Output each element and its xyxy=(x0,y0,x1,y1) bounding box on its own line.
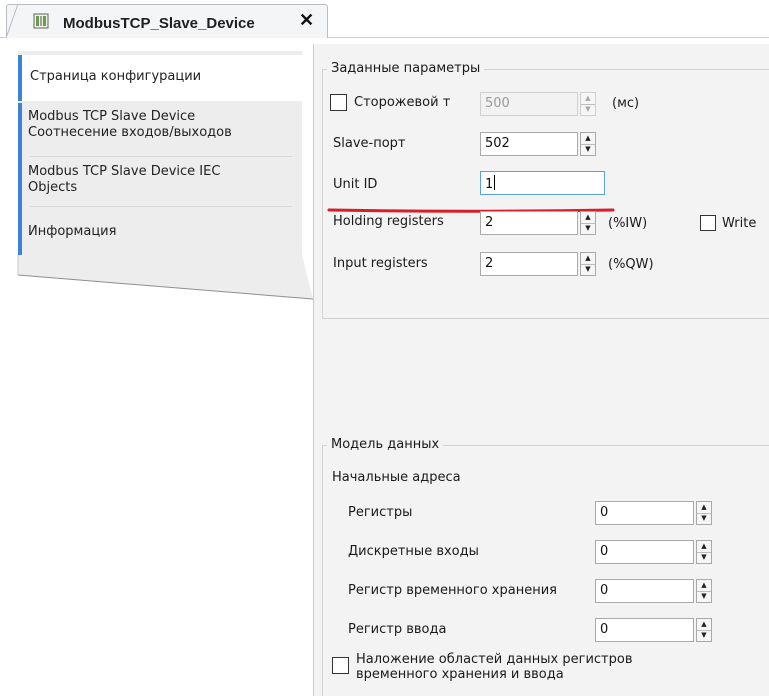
write-label: Write xyxy=(722,216,757,231)
text-caret xyxy=(494,175,496,190)
model-group-border-left xyxy=(322,445,323,696)
nav-item-label: Страница конфигурации xyxy=(30,69,202,84)
holding-registers-label: Holding registers xyxy=(333,214,444,229)
spin-up-icon[interactable]: ▲ xyxy=(581,212,595,224)
spin-up-icon[interactable]: ▲ xyxy=(697,580,711,592)
spin-down-icon[interactable]: ▼ xyxy=(581,145,595,156)
watchdog-unit: (мс) xyxy=(612,96,640,111)
nav-item-label-line2: Соотнесение входов/выходов xyxy=(28,125,232,140)
overlay-registers-checkbox[interactable] xyxy=(332,657,349,674)
nav-item-iec-objects[interactable]: Modbus TCP Slave Device IEC Objects xyxy=(18,164,302,204)
watchdog-spinner[interactable]: ▲ ▼ xyxy=(580,92,596,116)
watchdog-field[interactable]: 500 xyxy=(480,92,578,116)
input-register-spinner[interactable]: ▲ ▼ xyxy=(696,618,712,642)
holding-registers-spinner[interactable]: ▲ ▼ xyxy=(580,211,596,235)
holding-registers-field[interactable]: 2 xyxy=(480,211,578,235)
nav-item-label: Информация xyxy=(28,224,117,239)
spin-down-icon[interactable]: ▼ xyxy=(697,553,711,564)
nav-panel-slant xyxy=(0,255,314,305)
unit-id-field[interactable]: 1 xyxy=(480,171,605,195)
overlay-registers-label: Наложение областей данных регистров врем… xyxy=(356,652,633,682)
nav-item-configuration-page[interactable]: Страница конфигурации xyxy=(18,55,302,101)
spin-up-icon[interactable]: ▲ xyxy=(581,133,595,145)
spin-down-icon[interactable]: ▼ xyxy=(581,105,595,116)
tab-modbus-slave-device[interactable]: ModbusTCP_Slave_Device ✕ xyxy=(6,4,328,38)
unit-id-label: Unit ID xyxy=(333,177,378,192)
slave-port-spinner[interactable]: ▲ ▼ xyxy=(580,132,596,156)
nav-item-information[interactable]: Информация xyxy=(18,224,302,246)
spin-down-icon[interactable]: ▼ xyxy=(581,224,595,235)
spin-up-icon[interactable]: ▲ xyxy=(581,253,595,265)
discrete-inputs-spinner[interactable]: ▲ ▼ xyxy=(696,540,712,564)
spin-up-icon[interactable]: ▲ xyxy=(697,619,711,631)
registers-spinner[interactable]: ▲ ▼ xyxy=(696,501,712,525)
overlay-registers-label-line1: Наложение областей данных регистров xyxy=(356,652,633,667)
spin-up-icon[interactable]: ▲ xyxy=(697,502,711,514)
input-registers-unit: (%QW) xyxy=(608,257,654,272)
nav-item-label-line1: Modbus TCP Slave Device xyxy=(28,109,196,124)
tab-title: ModbusTCP_Slave_Device xyxy=(63,15,255,32)
start-addresses-label: Начальные адреса xyxy=(332,470,461,485)
spin-down-icon[interactable]: ▼ xyxy=(697,592,711,603)
spin-down-icon[interactable]: ▼ xyxy=(697,514,711,525)
holding-registers-unit: (%IW) xyxy=(608,216,648,231)
nav-item-label-line2: Objects xyxy=(28,180,78,195)
unit-id-value: 1 xyxy=(485,177,494,192)
input-registers-field[interactable]: 2 xyxy=(480,252,578,276)
registers-label: Регистры xyxy=(348,505,413,520)
watchdog-checkbox[interactable] xyxy=(330,94,347,111)
spin-up-icon[interactable]: ▲ xyxy=(581,93,595,105)
watchdog-label: Сторожевой т xyxy=(354,95,451,110)
slave-port-field[interactable]: 502 xyxy=(480,132,578,156)
holding-storage-register-field[interactable]: 0 xyxy=(595,579,694,603)
nav-divider xyxy=(30,206,292,207)
spin-down-icon[interactable]: ▼ xyxy=(581,265,595,276)
input-registers-label: Input registers xyxy=(333,256,428,271)
params-group-title: Заданные параметры xyxy=(327,61,485,76)
spin-up-icon[interactable]: ▲ xyxy=(697,541,711,553)
input-register-label: Регистр ввода xyxy=(348,622,447,637)
device-icon xyxy=(33,13,49,33)
registers-field[interactable]: 0 xyxy=(595,501,694,525)
discrete-inputs-label: Дискретные входы xyxy=(348,544,479,559)
nav-accent-bar xyxy=(18,103,22,255)
discrete-inputs-field[interactable]: 0 xyxy=(595,540,694,564)
params-group-border-left xyxy=(322,69,323,319)
panel-border xyxy=(313,44,314,696)
highlight-underline xyxy=(327,203,615,213)
model-group-title: Модель данных xyxy=(327,437,444,452)
spin-down-icon[interactable]: ▼ xyxy=(697,631,711,642)
holding-storage-register-spinner[interactable]: ▲ ▼ xyxy=(696,579,712,603)
input-registers-spinner[interactable]: ▲ ▼ xyxy=(580,252,596,276)
nav-item-label-line1: Modbus TCP Slave Device IEC xyxy=(28,164,221,179)
input-register-field[interactable]: 0 xyxy=(595,618,694,642)
holding-storage-register-label: Регистр временного хранения xyxy=(348,583,557,598)
slave-port-label: Slave-порт xyxy=(333,136,406,151)
tab-left-slant xyxy=(5,3,26,39)
nav-item-io-mapping[interactable]: Modbus TCP Slave Device Соотнесение вход… xyxy=(18,109,302,155)
overlay-registers-label-line2: временного хранения и ввода xyxy=(356,667,564,682)
close-tab-icon[interactable]: ✕ xyxy=(299,10,314,31)
params-group-border-bottom xyxy=(322,318,769,319)
write-checkbox[interactable] xyxy=(700,215,716,231)
nav-divider xyxy=(30,156,292,157)
